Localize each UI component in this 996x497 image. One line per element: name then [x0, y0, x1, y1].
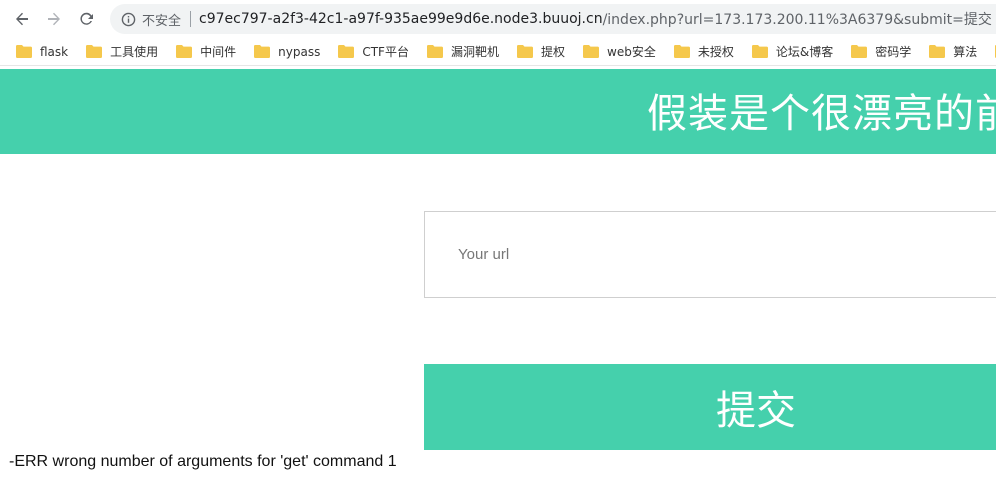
page-header-banner: 假装是个很漂亮的前端 [0, 69, 996, 154]
folder-icon [851, 45, 868, 58]
bookmark-item[interactable]: 漏洞靶机 [426, 40, 505, 64]
submit-button[interactable]: 提交 [424, 364, 996, 450]
bookmark-item[interactable]: web安全 [583, 40, 662, 64]
address-bar[interactable]: 不安全 c97ec797-a2f3-42c1-a97f-935ae99e9d6e… [110, 4, 996, 34]
bookmark-label: CTF平台 [362, 45, 409, 59]
folder-icon [583, 45, 599, 58]
bookmark-label: 中间件 [200, 45, 237, 59]
folder-icon [929, 45, 946, 58]
security-label: 不安全 [142, 13, 182, 29]
forward-button[interactable] [39, 4, 69, 34]
folder-icon [516, 45, 533, 58]
bookmarks-bar: flask 工具使用 中间件 nypass CTF平台 漏洞靶机 提权 web安全 未授权 论坛&… [0, 38, 996, 66]
folder-icon [176, 45, 193, 58]
bookmark-label: flask [40, 44, 69, 59]
bookmark-item[interactable]: 论坛&博客 [751, 40, 839, 64]
bookmark-label: 论坛&博客 [775, 45, 834, 59]
url-host: c97ec797-a2f3-42c1-a97f-935ae99e9d6e.nod… [199, 11, 603, 27]
omnibox-divider [190, 11, 192, 27]
bookmark-item[interactable]: 中间件 [176, 40, 242, 64]
bookmark-item[interactable]: 工具使用 [86, 40, 164, 64]
bookmark-item[interactable]: 算法 [929, 40, 983, 64]
arrow-left-icon [16, 12, 28, 26]
arrow-right-icon [48, 12, 60, 26]
bookmark-item[interactable]: 提权 [516, 40, 571, 64]
bookmark-label: 漏洞靶机 [450, 45, 499, 59]
bookmark-label: web安全 [607, 45, 656, 59]
browser-toolbar: 不安全 c97ec797-a2f3-42c1-a97f-935ae99e9d6e… [0, 0, 996, 38]
back-button[interactable] [7, 4, 37, 34]
bookmark-label: 密码学 [875, 45, 912, 59]
folder-icon [254, 45, 271, 58]
url-path: /index.php?url=173.173.200.11%3A6379&sub… [602, 12, 992, 28]
url-input[interactable] [424, 211, 996, 298]
bookmark-item[interactable]: flask [16, 40, 74, 64]
folder-icon [426, 45, 443, 58]
page-title: 假装是个很漂亮的前端 [647, 91, 996, 137]
bookmark-item[interactable]: 密码学 [851, 40, 917, 64]
bookmark-item[interactable]: 未授权 [673, 40, 740, 64]
info-icon[interactable] [120, 11, 136, 27]
bookmark-label: nypass [278, 44, 321, 59]
bookmark-label: 算法 [953, 45, 978, 59]
bookmark-label: 未授权 [697, 45, 734, 59]
bookmark-label: 提权 [540, 45, 565, 59]
folder-icon [16, 45, 32, 58]
folder-icon [86, 45, 103, 58]
folder-icon [338, 45, 355, 58]
reload-icon [80, 12, 93, 25]
bookmark-label: 工具使用 [110, 45, 159, 59]
folder-icon [751, 45, 768, 58]
bookmark-item[interactable]: CTF平台 [338, 40, 415, 64]
bookmark-item[interactable]: nypass [254, 40, 326, 64]
folder-icon [673, 45, 690, 58]
reload-button[interactable] [71, 4, 101, 34]
response-text: -ERR wrong number of arguments for 'get'… [9, 453, 397, 470]
